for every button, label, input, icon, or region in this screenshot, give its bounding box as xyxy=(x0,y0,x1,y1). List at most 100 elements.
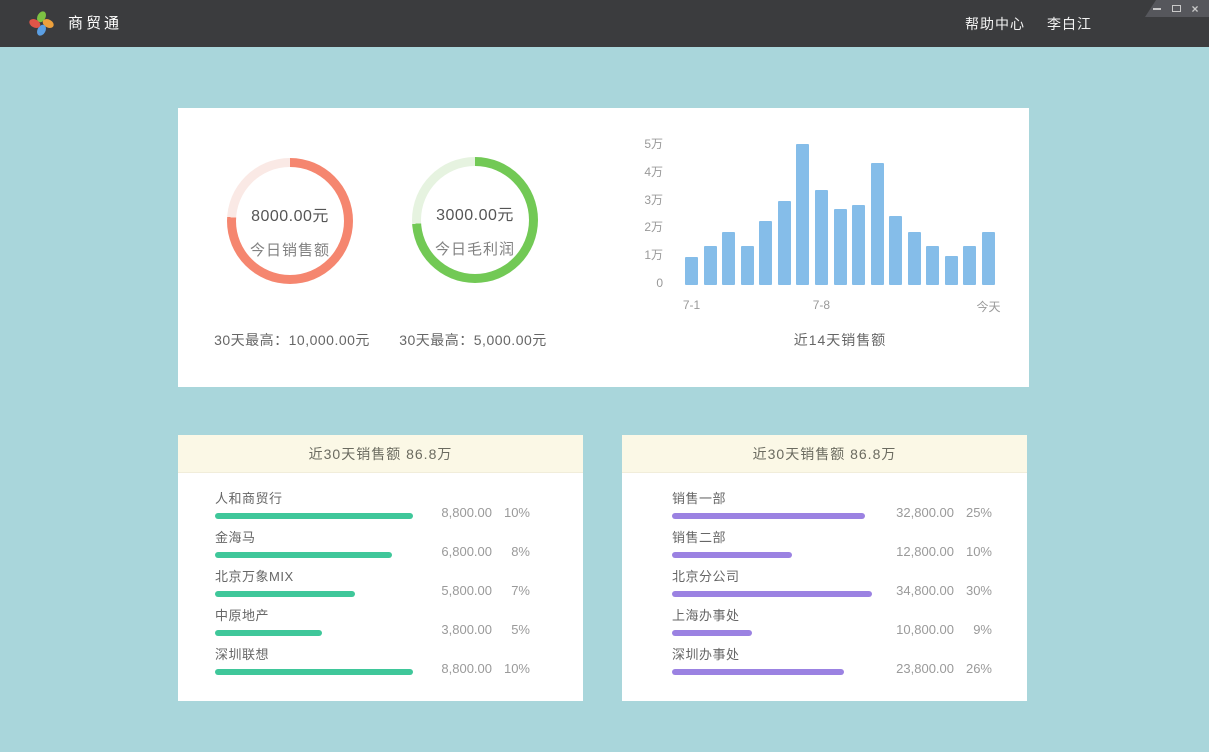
today-profit-donut-center: 3000.00元 今日毛利润 xyxy=(412,157,538,283)
daily-sales-bar xyxy=(945,256,958,285)
daily-sales-bar xyxy=(704,246,717,285)
daily-sales-bar xyxy=(722,232,735,285)
ranking-name: 金海马 xyxy=(215,529,420,546)
minimize-icon xyxy=(1153,8,1161,10)
daily-sales-bar xyxy=(982,232,995,285)
maximize-icon xyxy=(1172,5,1181,12)
ranking-value: 12,800.00 xyxy=(882,544,954,559)
ranking-value: 8,800.00 xyxy=(420,505,492,520)
daily-sales-bar xyxy=(796,144,809,285)
ranking-row: 中原地产3,800.005% xyxy=(215,607,530,636)
daily-sales-bar xyxy=(759,221,772,285)
customer-ranking-title: 近30天销售额 86.8万 xyxy=(178,435,583,473)
ranking-name: 深圳联想 xyxy=(215,646,420,663)
daily-sales-bar xyxy=(889,216,902,285)
y-axis-tick: 3万 xyxy=(644,193,663,207)
today-profit-value: 3000.00元 xyxy=(436,201,514,225)
ranking-name: 深圳办事处 xyxy=(672,646,882,663)
ranking-value: 3,800.00 xyxy=(420,622,492,637)
daily-sales-yaxis: 0 1万 2万 3万 4万 5万 xyxy=(608,108,663,308)
ranking-bar xyxy=(672,630,752,636)
ranking-bar xyxy=(215,513,413,519)
y-axis-tick: 4万 xyxy=(644,165,663,179)
x-axis-tick: 今天 xyxy=(976,298,1000,315)
daily-sales-xticks: 7-17-8今天 xyxy=(685,298,995,312)
customer-ranking-panel: 近30天销售额 86.8万 人和商贸行8,800.0010%金海马6,800.0… xyxy=(178,435,583,701)
ranking-value: 10,800.00 xyxy=(882,622,954,637)
daily-sales-bar xyxy=(815,190,828,285)
y-axis-tick: 1万 xyxy=(644,248,663,262)
x-axis-tick: 7-8 xyxy=(813,298,830,312)
app-header: 商贸通 帮助中心 李白江 × xyxy=(0,0,1209,47)
ranking-name: 北京分公司 xyxy=(672,568,882,585)
ranking-name: 人和商贸行 xyxy=(215,490,420,507)
ranking-bar xyxy=(215,630,322,636)
ranking-row: 深圳办事处23,800.0026% xyxy=(672,646,992,675)
ranking-bar xyxy=(215,591,355,597)
ranking-value: 32,800.00 xyxy=(882,505,954,520)
close-icon: × xyxy=(1191,4,1198,14)
close-button[interactable]: × xyxy=(1190,3,1200,15)
user-name-link[interactable]: 李白江 xyxy=(1047,14,1092,34)
ranking-name: 北京万象MIX xyxy=(215,568,420,585)
ranking-value: 34,800.00 xyxy=(882,583,954,598)
minimize-button[interactable] xyxy=(1152,3,1162,15)
ranking-value: 8,800.00 xyxy=(420,661,492,676)
maximize-button[interactable] xyxy=(1171,3,1181,15)
ranking-row: 销售二部12,800.0010% xyxy=(672,529,992,558)
ranking-row: 销售一部32,800.0025% xyxy=(672,490,992,519)
dashboard-page: 商贸通 帮助中心 李白江 × 8000.00元 今日销售额 30天最高：10,0… xyxy=(0,0,1209,752)
y-axis-tick: 0 xyxy=(656,276,663,290)
daily-sales-bar xyxy=(685,257,698,285)
ranking-row: 人和商贸行8,800.0010% xyxy=(215,490,530,519)
y-axis-tick: 2万 xyxy=(644,220,663,234)
ranking-percent: 10% xyxy=(954,544,992,559)
daily-sales-bars xyxy=(685,145,995,285)
ranking-row: 金海马6,800.008% xyxy=(215,529,530,558)
ranking-bar xyxy=(215,552,392,558)
department-ranking-title: 近30天销售额 86.8万 xyxy=(622,435,1027,473)
ranking-bar xyxy=(672,669,844,675)
today-profit-donut: 3000.00元 今日毛利润 xyxy=(412,157,538,283)
ranking-row: 北京分公司34,800.0030% xyxy=(672,568,992,597)
ranking-bar xyxy=(672,591,872,597)
ranking-row: 深圳联想8,800.0010% xyxy=(215,646,530,675)
today-profit-label: 今日毛利润 xyxy=(435,238,515,259)
ranking-percent: 10% xyxy=(492,505,530,520)
daily-sales-bar xyxy=(778,201,791,285)
today-sales-donut: 8000.00元 今日销售额 xyxy=(227,158,353,284)
help-center-link[interactable]: 帮助中心 xyxy=(965,14,1025,34)
app-title: 商贸通 xyxy=(68,0,122,47)
department-ranking-panel: 近30天销售额 86.8万 销售一部32,800.0025% 销售二部12,800… xyxy=(622,435,1027,701)
ranking-name: 上海办事处 xyxy=(672,607,882,624)
ranking-percent: 7% xyxy=(492,583,530,598)
y-axis-tick: 5万 xyxy=(644,137,663,151)
department-ranking-list: 销售一部32,800.0025% 销售二部12,800.0010% 北京分公司34,… xyxy=(622,473,1027,675)
daily-sales-bar xyxy=(908,232,921,285)
ranking-percent: 9% xyxy=(954,622,992,637)
daily-sales-chart-title: 近14天销售额 xyxy=(685,330,995,350)
ranking-name: 销售一部 xyxy=(672,490,882,507)
ranking-name: 中原地产 xyxy=(215,607,420,624)
appbar-nav: 帮助中心 李白江 xyxy=(965,0,1092,47)
today-sales-label: 今日销售额 xyxy=(250,239,330,260)
daily-sales-bar xyxy=(963,246,976,285)
customer-ranking-list: 人和商贸行8,800.0010%金海马6,800.008%北京万象MIX5,80… xyxy=(178,473,583,675)
daily-sales-bar xyxy=(741,246,754,285)
overview-card: 8000.00元 今日销售额 30天最高：10,000.00元 3000.00元… xyxy=(178,108,1029,387)
x-axis-tick: 7-1 xyxy=(683,298,700,312)
daily-sales-bar xyxy=(926,246,939,285)
ranking-value: 6,800.00 xyxy=(420,544,492,559)
ranking-percent: 25% xyxy=(954,505,992,520)
daily-sales-bar xyxy=(834,209,847,285)
ranking-row: 上海办事处10,800.009% xyxy=(672,607,992,636)
today-sales-value: 8000.00元 xyxy=(251,202,329,226)
daily-sales-bar xyxy=(871,163,884,285)
ranking-percent: 26% xyxy=(954,661,992,676)
pinwheel-logo-icon xyxy=(28,10,55,37)
ranking-row: 北京万象MIX5,800.007% xyxy=(215,568,530,597)
ranking-value: 5,800.00 xyxy=(420,583,492,598)
ranking-bar xyxy=(672,552,792,558)
ranking-bar xyxy=(672,513,865,519)
ranking-percent: 8% xyxy=(492,544,530,559)
